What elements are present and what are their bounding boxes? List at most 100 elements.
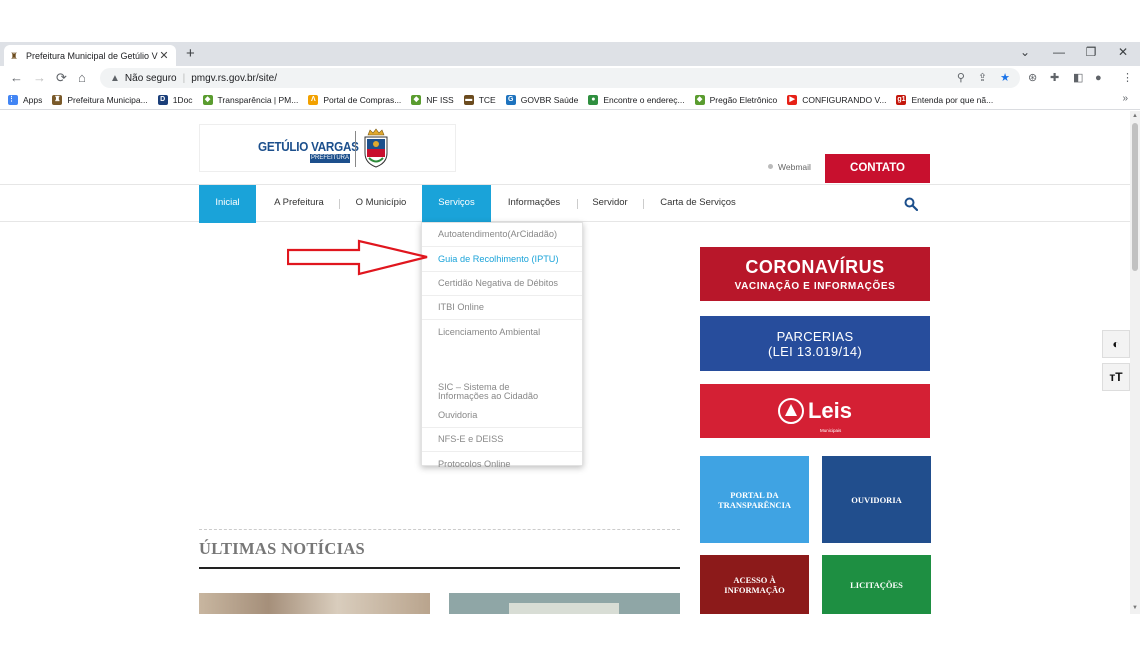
licitacoes-tile[interactable]: LICITAÇÕES: [822, 555, 931, 614]
puzzle-extensions-icon[interactable]: ✚: [1050, 70, 1059, 86]
back-arrow-icon[interactable]: ←: [10, 70, 23, 86]
bookmark-item[interactable]: ♜ Prefeitura Municipa...: [52, 94, 148, 105]
webmail-link[interactable]: Webmail: [768, 162, 811, 172]
bookmark-label: CONFIGURANDO V...: [802, 94, 887, 105]
font-size-icon: тT: [1109, 370, 1123, 384]
nav-item-informacoes[interactable]: Informações: [498, 185, 570, 223]
leis-municipais-banner[interactable]: Leis Municipais: [700, 384, 930, 438]
acesso-line-2: INFORMAÇÃO: [724, 585, 785, 595]
menu-item-autoatendimento[interactable]: Autoatendimento(ArCidadão): [422, 223, 582, 247]
bookmark-label: NF ISS: [426, 94, 454, 105]
security-label: Não seguro: [124, 72, 177, 84]
news-underline: [199, 567, 680, 569]
reload-icon[interactable]: ⟳: [56, 70, 67, 86]
bookmark-item[interactable]: ● Encontre o endereç...: [588, 94, 685, 105]
parcerias-banner[interactable]: PARCERIAS (LEI 13.019/14): [700, 316, 930, 371]
servicos-dropdown-menu: Autoatendimento(ArCidadão) Guia de Recol…: [421, 222, 583, 469]
close-window-button[interactable]: ✕: [1106, 42, 1140, 66]
bookmark-label: Transparência | PM...: [217, 94, 299, 105]
new-tab-button[interactable]: +: [186, 45, 195, 63]
profile-avatar-icon[interactable]: ●: [1095, 70, 1102, 86]
leis-logo-icon: [777, 398, 804, 424]
bookmark-item[interactable]: ▶ CONFIGURANDO V...: [787, 94, 887, 105]
scroll-up-icon[interactable]: ▲: [1132, 113, 1138, 119]
forward-arrow-icon[interactable]: →: [33, 70, 46, 86]
minimize-button[interactable]: —: [1042, 42, 1076, 66]
search-icon[interactable]: [904, 197, 918, 211]
acesso-informacao-tile[interactable]: ACESSO À INFORMAÇÃO: [700, 555, 809, 614]
crest-favicon-icon: ♜: [52, 94, 63, 105]
coronavirus-banner[interactable]: CORONAVÍRUS VACINAÇÃO E INFORMAÇÕES: [700, 247, 930, 301]
share-icon[interactable]: ⇪: [978, 71, 987, 84]
bookmark-item[interactable]: ◆ NF ISS: [411, 94, 454, 105]
bookmark-item[interactable]: g1 Entenda por que nã...: [896, 94, 993, 105]
bookmark-label: Prefeitura Municipa...: [67, 94, 148, 105]
bookmark-item[interactable]: ◆ Transparência | PM...: [202, 94, 299, 105]
tab-title: Prefeitura Municipal de Getúlio V: [26, 50, 158, 61]
menu-kebab-icon[interactable]: ⋮: [1122, 70, 1133, 86]
menu-item-nfse-deiss[interactable]: NFS-E e DEISS: [422, 428, 582, 452]
extension-icon[interactable]: ⊛: [1028, 70, 1037, 86]
bookmark-item[interactable]: ◆ Pregão Eletrônico: [694, 94, 777, 105]
zoom-icon[interactable]: ⚲: [957, 71, 965, 84]
bookmarks-bar: ⋮⋮ Apps ♜ Prefeitura Municipa... D 1Doc ◆ Trans…: [0, 90, 1140, 110]
page-scrollbar[interactable]: ▲ ▼: [1130, 111, 1140, 614]
maximize-button[interactable]: ❐: [1074, 42, 1108, 66]
diamond-icon: ◆: [694, 94, 705, 105]
menu-item-guia-iptu[interactable]: Guia de Recolhimento (IPTU): [422, 247, 582, 272]
menu-item-licenciamento-ambiental[interactable]: Licenciamento Ambiental: [422, 320, 582, 344]
tab-close-icon[interactable]: ✕: [158, 49, 170, 62]
nav-item-servidor[interactable]: Servidor: [584, 185, 636, 223]
address-separator: |: [182, 72, 186, 84]
contrast-toggle-button[interactable]: ◐: [1102, 330, 1130, 358]
portal-line-2: TRANSPARÊNCIA: [717, 499, 792, 510]
nav-item-o-municipio[interactable]: O Município: [347, 185, 415, 223]
url-text[interactable]: pmgv.rs.gov.br/site/: [191, 73, 277, 84]
bookmark-label: GOVBR Saúde: [520, 94, 579, 105]
not-secure-warning-icon[interactable]: ▲: [110, 73, 120, 84]
diamond-icon: ◆: [411, 94, 422, 105]
bookmark-item[interactable]: ▬ TCE: [463, 94, 496, 105]
browser-tab[interactable]: ♜ Prefeitura Municipal de Getúlio V ✕: [4, 45, 176, 66]
side-panel-icon[interactable]: ◧: [1073, 70, 1083, 86]
corona-title: CORONAVÍRUS: [745, 256, 885, 277]
bookmark-item[interactable]: G GOVBR Saúde: [505, 94, 579, 105]
address-bar[interactable]: ▲ Não seguro | pmgv.rs.gov.br/site/ ⚲ ⇪ …: [100, 68, 1020, 88]
annotation-arrow-icon: [287, 239, 428, 276]
logo-subtitle: PREFEITURA: [310, 154, 350, 163]
ouvidoria-tile[interactable]: OUVIDORIA: [822, 456, 931, 543]
home-icon[interactable]: ⌂: [78, 70, 86, 86]
logo-title: GETÚLIO VARGAS: [258, 139, 359, 154]
menu-item-sic[interactable]: SIC – Sistema de Informações ao Cidadão: [422, 344, 582, 404]
govbr-icon: G: [505, 94, 516, 105]
nav-item-carta-de-servicos[interactable]: Carta de Serviços: [652, 185, 744, 223]
parcerias-line-1: PARCERIAS: [776, 328, 854, 344]
g1-icon: g1: [896, 94, 907, 105]
nav-item-servicos[interactable]: Serviços: [422, 185, 491, 223]
news-thumbnail[interactable]: [199, 593, 430, 614]
bookmark-item[interactable]: Λ Portal de Compras...: [308, 94, 401, 105]
portal-transparencia-tile[interactable]: PORTAL DA TRANSPARÊNCIA: [700, 456, 809, 543]
menu-item-protocolos-online[interactable]: Protocolos Online: [422, 452, 582, 477]
font-size-button[interactable]: тT: [1102, 363, 1130, 391]
bookmark-item[interactable]: D 1Doc: [157, 94, 193, 105]
nav-item-a-prefeitura[interactable]: A Prefeitura: [263, 185, 335, 223]
contato-button[interactable]: CONTATO: [825, 154, 930, 183]
scroll-down-icon[interactable]: ▼: [1132, 605, 1138, 611]
menu-item-certidao-negativa[interactable]: Certidão Negativa de Débitos: [422, 272, 582, 296]
browser-tabstrip: ♜ Prefeitura Municipal de Getúlio V ✕ + …: [0, 42, 1140, 66]
crest-favicon-icon: ♜: [10, 50, 19, 61]
scrollbar-thumb[interactable]: [1132, 123, 1138, 271]
bookmark-star-icon[interactable]: ★: [1000, 71, 1010, 84]
news-thumbnail[interactable]: [449, 593, 680, 614]
youtube-icon: ▶: [787, 94, 798, 105]
tab-search-icon[interactable]: ⌄: [1008, 42, 1042, 66]
webmail-dot-icon: [768, 164, 773, 169]
diamond-icon: ◆: [202, 94, 213, 105]
site-logo[interactable]: GETÚLIO VARGAS PREFEITURA: [199, 124, 456, 172]
nav-item-inicial[interactable]: Inicial: [199, 185, 256, 223]
menu-item-itbi-online[interactable]: ITBI Online: [422, 296, 582, 320]
menu-item-ouvidoria[interactable]: Ouvidoria: [422, 404, 582, 428]
bookmark-item[interactable]: ⋮⋮ Apps: [8, 94, 42, 105]
bookmarks-overflow-icon[interactable]: »: [1122, 93, 1128, 104]
